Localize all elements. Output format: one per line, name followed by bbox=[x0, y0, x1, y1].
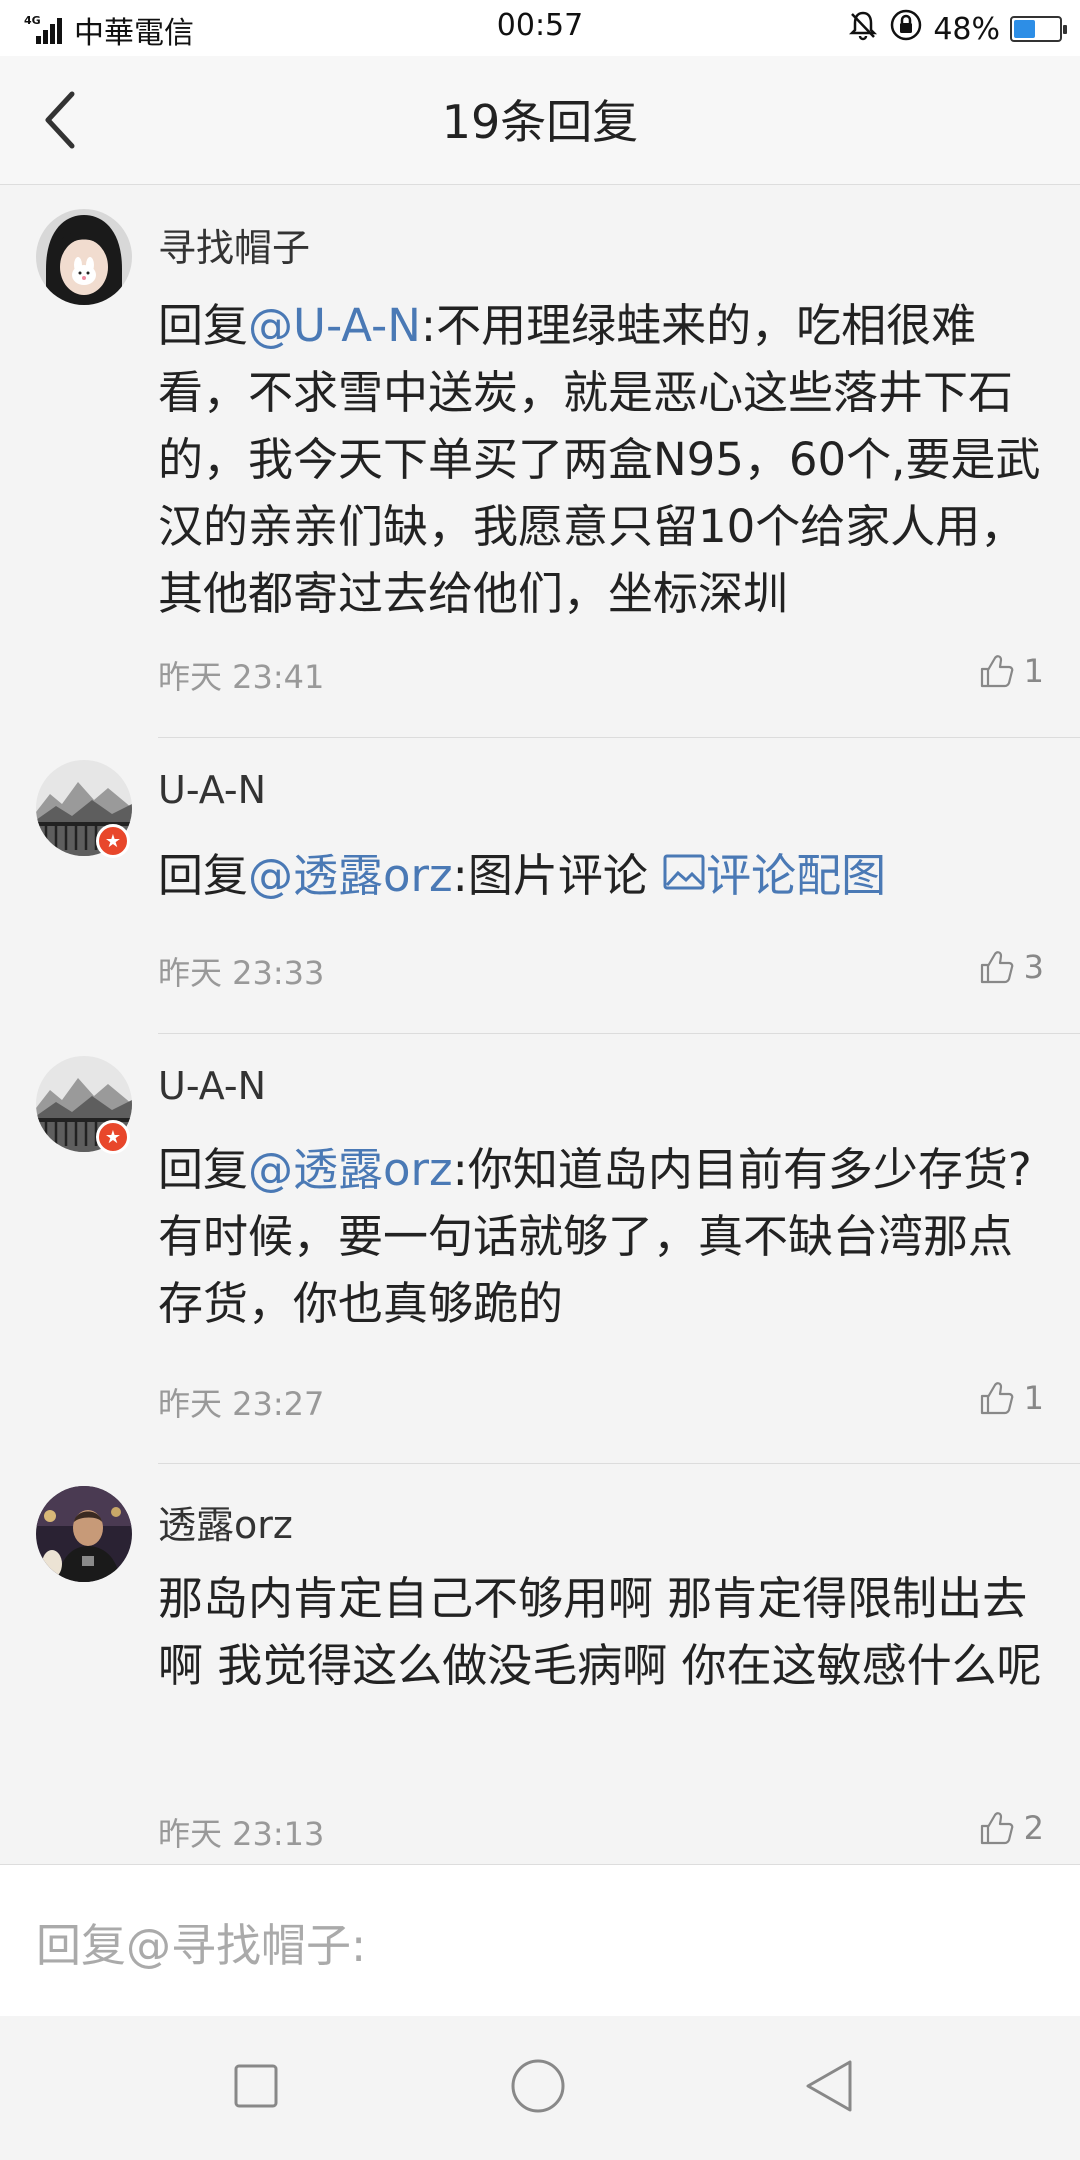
reply-prefix: 回复 bbox=[158, 849, 249, 902]
recent-apps-button[interactable] bbox=[232, 2062, 280, 2114]
home-button[interactable] bbox=[510, 2058, 566, 2118]
avatar[interactable] bbox=[36, 1486, 132, 1582]
comment-item: 寻找帽子 回复@U-A-N:不用理绿蛙来的，吃相很难看，不求雪中送炭，就是恶心这… bbox=[0, 185, 1080, 738]
like-button[interactable]: 3 bbox=[978, 948, 1044, 986]
comment-list: 寻找帽子 回复@U-A-N:不用理绿蛙来的，吃相很难看，不求雪中送炭，就是恶心这… bbox=[0, 185, 1080, 1899]
comment-item: ★ U-A-N 回复@透露orz:图片评论 评论配图 昨天 23:33 3 bbox=[0, 738, 1080, 1034]
reply-prefix: 回复 bbox=[158, 299, 249, 352]
comment-author[interactable]: U-A-N bbox=[158, 768, 266, 812]
like-button[interactable]: 1 bbox=[978, 1379, 1044, 1417]
comment-body: 那岛内肯定自己不够用啊 那肯定得限制出去啊 我觉得这么做没毛病啊 你在这敏感什么… bbox=[158, 1572, 1042, 1692]
comment-item: 透露orz 那岛内肯定自己不够用啊 那肯定得限制出去啊 我觉得这么做没毛病啊 你… bbox=[0, 1464, 1080, 1899]
like-count: 2 bbox=[1023, 1809, 1044, 1847]
comment-item: ★ U-A-N 回复@透露orz:你知道岛内目前有多少存货?有时候，要一句话就够… bbox=[0, 1034, 1080, 1464]
comment-body: :图片评论 bbox=[452, 849, 663, 902]
mention-link[interactable]: @U-A-N bbox=[248, 299, 421, 352]
system-back-button[interactable] bbox=[802, 2058, 856, 2118]
comment-time: 昨天 23:27 bbox=[158, 1385, 325, 1423]
image-icon bbox=[663, 854, 705, 890]
comment-text: 回复@U-A-N:不用理绿蛙来的，吃相很难看，不求雪中送炭，就是恶心这些落井下石… bbox=[158, 292, 1048, 627]
reply-input[interactable]: 回复@寻找帽子: bbox=[36, 1909, 366, 1974]
comment-image-link-label: 评论配图 bbox=[706, 849, 887, 902]
top-app-bar: 19条回复 bbox=[0, 56, 1080, 185]
page-title: 19条回复 bbox=[441, 95, 639, 149]
battery-icon bbox=[1010, 16, 1067, 42]
like-count: 1 bbox=[1023, 652, 1044, 690]
comment-time: 昨天 23:13 bbox=[158, 1815, 325, 1853]
like-count: 3 bbox=[1023, 948, 1044, 986]
thumbs-up-icon bbox=[980, 1382, 1013, 1415]
mention-link[interactable]: @透露orz bbox=[248, 1143, 453, 1196]
recent-apps-square-icon bbox=[234, 2064, 278, 2108]
thumbs-up-icon bbox=[980, 655, 1013, 688]
thumbs-up-icon bbox=[980, 1812, 1013, 1845]
reply-input-bar[interactable]: 回复@寻找帽子: bbox=[0, 1864, 1080, 2017]
verified-badge-icon: ★ bbox=[96, 824, 130, 858]
comment-image-link[interactable]: 评论配图 bbox=[662, 849, 886, 902]
comment-author[interactable]: U-A-N bbox=[158, 1064, 266, 1108]
home-circle-icon bbox=[511, 2059, 565, 2113]
comment-author[interactable]: 寻找帽子 bbox=[158, 217, 310, 272]
verified-badge-icon: ★ bbox=[96, 1120, 130, 1154]
back-triangle-icon bbox=[806, 2060, 852, 2112]
mention-link[interactable]: @透露orz bbox=[248, 849, 453, 902]
comment-author[interactable]: 透露orz bbox=[158, 1494, 293, 1549]
comment-text: 回复@透露orz:你知道岛内目前有多少存货?有时候，要一句话就够了，真不缺台湾那… bbox=[158, 1136, 1048, 1337]
reply-prefix: 回复 bbox=[158, 1143, 249, 1196]
mute-bell-icon bbox=[847, 9, 879, 49]
like-count: 1 bbox=[1023, 1379, 1044, 1417]
system-nav-bar bbox=[0, 2016, 1080, 2160]
comment-time: 昨天 23:33 bbox=[158, 954, 325, 992]
like-button[interactable]: 2 bbox=[978, 1809, 1044, 1847]
like-button[interactable]: 1 bbox=[978, 652, 1044, 690]
rotation-lock-icon bbox=[889, 8, 923, 50]
comment-time: 昨天 23:41 bbox=[158, 658, 325, 696]
avatar[interactable] bbox=[36, 209, 132, 305]
comment-text: 那岛内肯定自己不够用啊 那肯定得限制出去啊 我觉得这么做没毛病啊 你在这敏感什么… bbox=[158, 1565, 1048, 1699]
comment-text: 回复@透露orz:图片评论 评论配图 bbox=[158, 842, 1048, 909]
status-bar: 4G 中華電信 00:57 48% bbox=[0, 0, 1080, 56]
thumbs-up-icon bbox=[980, 951, 1013, 984]
battery-percent: 48% bbox=[933, 11, 1000, 47]
